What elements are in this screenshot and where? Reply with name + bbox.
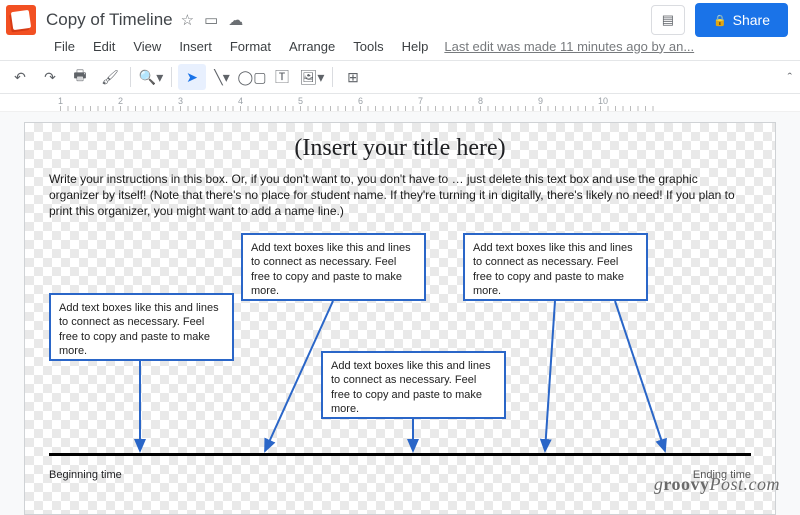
slide-title[interactable]: (Insert your title here): [25, 135, 775, 162]
line-tool[interactable]: ╲▾: [208, 64, 236, 90]
image-tool[interactable]: 🖼▾: [298, 64, 326, 90]
menu-view[interactable]: View: [125, 36, 169, 57]
select-tool[interactable]: ➤: [178, 64, 206, 90]
menu-format[interactable]: Format: [222, 36, 279, 57]
app-drawings-icon[interactable]: [6, 5, 36, 35]
menu-help[interactable]: Help: [394, 36, 437, 57]
ruler-tick: 10: [598, 96, 608, 106]
canvas-area[interactable]: (Insert your title here) Write your inst…: [0, 112, 800, 515]
comments-button[interactable]: ▤: [651, 5, 685, 35]
menu-arrange[interactable]: Arrange: [281, 36, 343, 57]
ruler-tick: 4: [238, 96, 243, 106]
collapse-toolbar-icon[interactable]: ˆ: [788, 70, 792, 85]
callout-box-3[interactable]: Add text boxes like this and lines to co…: [321, 351, 506, 419]
print-button[interactable]: 🖶: [66, 64, 94, 90]
comment-icon: ▤: [662, 12, 674, 28]
ruler-tick: 5: [298, 96, 303, 106]
textbox-tool[interactable]: 🅃: [268, 64, 296, 90]
menu-file[interactable]: File: [46, 36, 83, 57]
ruler-tick: 1: [58, 96, 63, 106]
share-label: Share: [733, 12, 770, 28]
cloud-status-icon[interactable]: ☁: [228, 11, 243, 29]
ruler-tick: 3: [178, 96, 183, 106]
menu-insert[interactable]: Insert: [171, 36, 220, 57]
callout-box-2[interactable]: Add text boxes like this and lines to co…: [241, 233, 426, 301]
drawing-canvas[interactable]: (Insert your title here) Write your inst…: [24, 122, 776, 515]
last-edit-link[interactable]: Last edit was made 11 minutes ago by an.…: [444, 39, 694, 54]
timeline-line[interactable]: [49, 453, 751, 456]
menu-bar: File Edit View Insert Format Arrange Too…: [0, 34, 800, 60]
redo-button[interactable]: ↷: [36, 64, 64, 90]
toolbar: ↶ ↷ 🖶 🖌 🔍▾ ➤ ╲▾ ◯▢ 🅃 🖼▾ ⊞ ˆ: [0, 60, 800, 94]
lock-icon: 🔒: [713, 14, 727, 27]
title-bar: Copy of Timeline ☆ ▭ ☁ ▤ 🔒 Share: [0, 0, 800, 34]
move-icon[interactable]: ▭: [204, 11, 218, 29]
timeline-begin-label[interactable]: Beginning time: [49, 469, 122, 481]
title-icon-row: ☆ ▭ ☁: [181, 11, 244, 29]
share-button[interactable]: 🔒 Share: [695, 3, 788, 37]
callout-box-1[interactable]: Add text boxes like this and lines to co…: [49, 293, 234, 361]
horizontal-ruler[interactable]: 1 2 3 4 5 6 7 8 9 10: [0, 94, 800, 112]
instructions-textbox[interactable]: Write your instructions in this box. Or,…: [49, 171, 751, 220]
undo-button[interactable]: ↶: [6, 64, 34, 90]
ruler-tick: 7: [418, 96, 423, 106]
document-title[interactable]: Copy of Timeline: [46, 10, 173, 30]
menu-edit[interactable]: Edit: [85, 36, 123, 57]
callout-box-4[interactable]: Add text boxes like this and lines to co…: [463, 233, 648, 301]
paint-format-button[interactable]: 🖌: [96, 64, 124, 90]
watermark: groovyPostgroovyPost.com.com: [654, 474, 780, 495]
ruler-tick: 9: [538, 96, 543, 106]
shape-tool[interactable]: ◯▢: [238, 64, 266, 90]
insert-comment-button[interactable]: ⊞: [339, 64, 367, 90]
ruler-tick: 8: [478, 96, 483, 106]
zoom-button[interactable]: 🔍▾: [137, 64, 165, 90]
menu-tools[interactable]: Tools: [345, 36, 391, 57]
ruler-tick: 6: [358, 96, 363, 106]
ruler-tick: 2: [118, 96, 123, 106]
star-icon[interactable]: ☆: [181, 11, 194, 29]
